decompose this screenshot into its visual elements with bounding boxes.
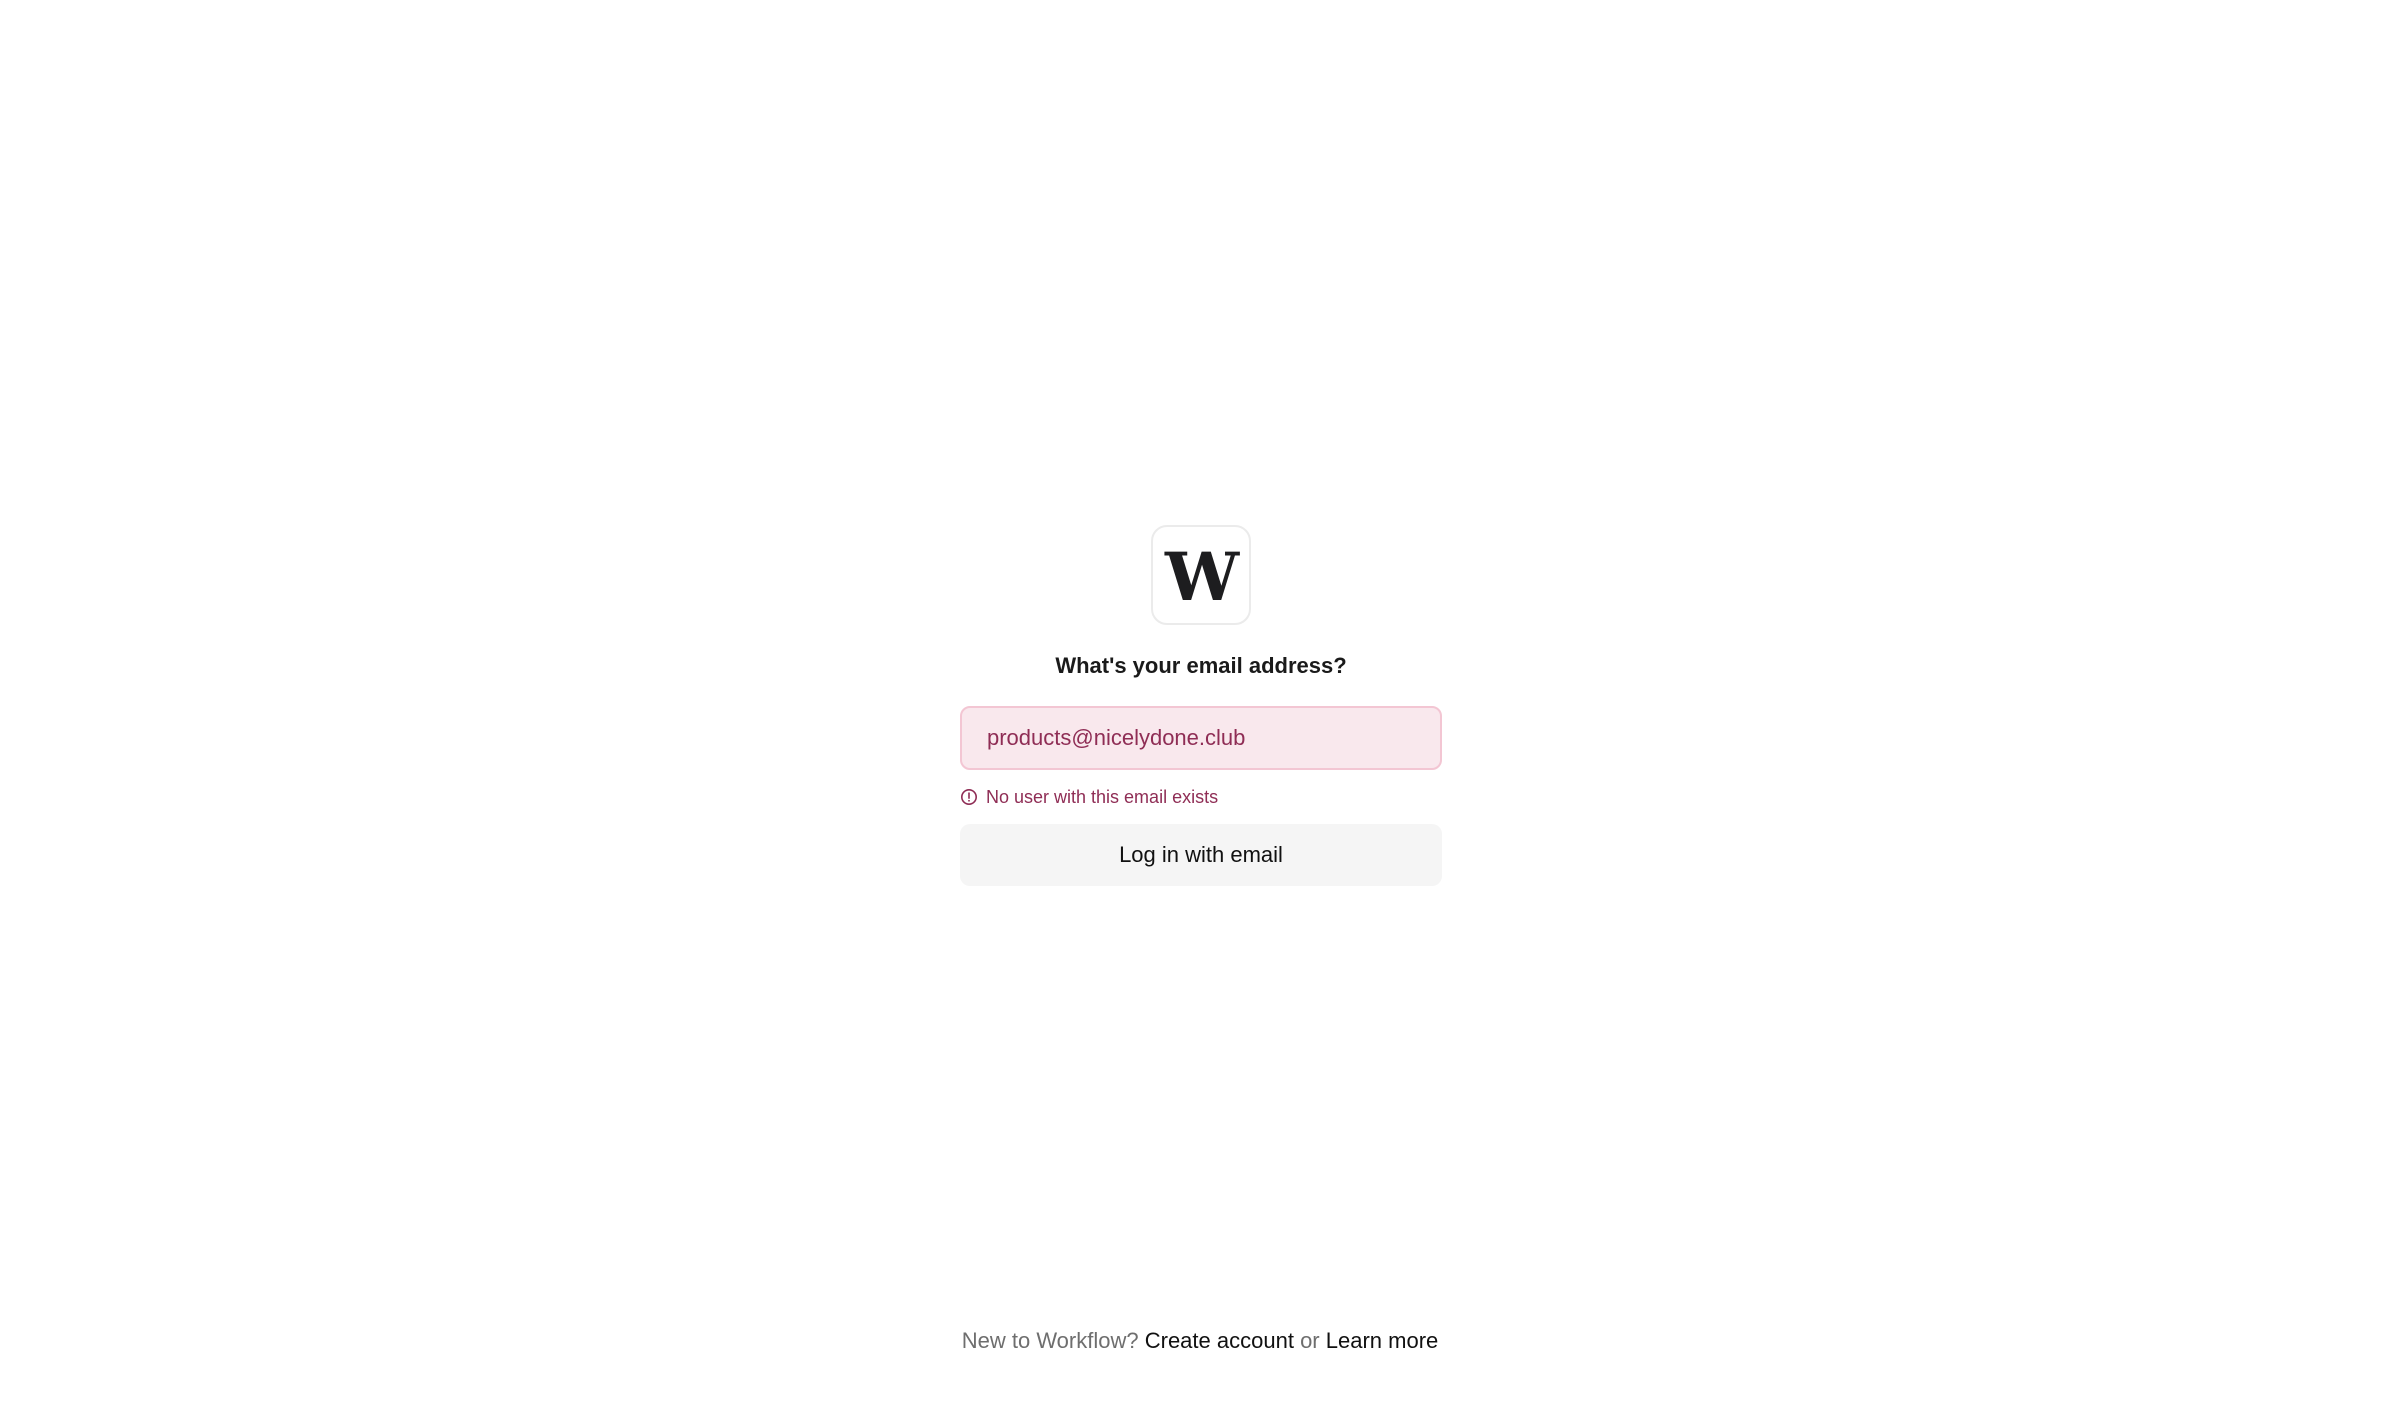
email-error-text: No user with this email exists [986,787,1219,807]
logo-letter: W [1164,538,1239,616]
footer-separator: or [1300,1328,1320,1353]
alert-circle-icon [960,788,978,806]
login-footer: New to Workflow? Create account or Learn… [0,1327,2400,1355]
email-error-message: No user with this email exists [960,786,1442,808]
email-field[interactable] [960,706,1442,770]
create-account-link[interactable]: Create account [1145,1328,1294,1353]
login-title: What's your email address? [1055,653,1347,678]
login-form: W What's your email address? No user wit… [960,525,1442,886]
login-page: W What's your email address? No user wit… [0,0,2400,1412]
app-logo: W [1151,525,1251,625]
footer-prompt: New to Workflow? [961,1328,1139,1353]
learn-more-link[interactable]: Learn more [1326,1328,1439,1353]
login-with-email-button[interactable]: Log in with email [960,824,1442,886]
